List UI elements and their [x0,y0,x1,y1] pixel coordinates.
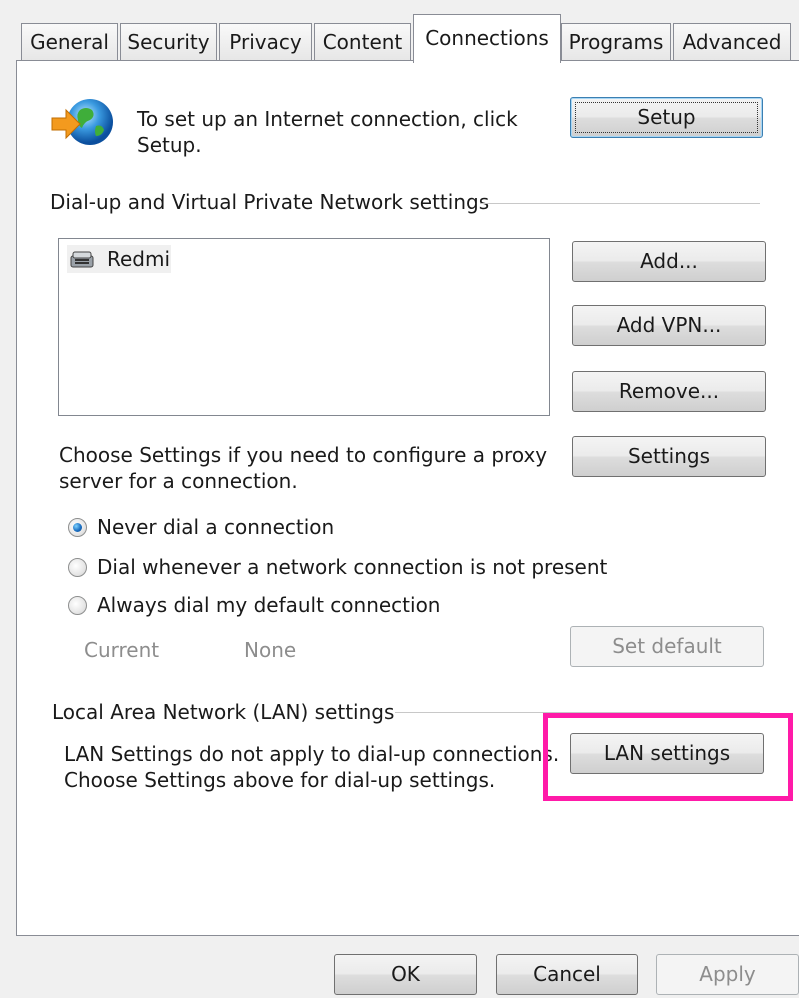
dial-whenever-radio[interactable] [68,558,87,577]
lan-group-label: Local Area Network (LAN) settings [52,700,395,724]
setup-description-line2: Setup. [137,133,202,157]
dialup-connection-icon [67,247,97,276]
ok-button[interactable]: OK [334,954,477,995]
dialup-group-label: Dial-up and Virtual Private Network sett… [50,190,490,214]
always-dial-label[interactable]: Always dial my default connection [97,592,441,618]
dialup-group-divider [480,203,760,204]
set-default-button[interactable]: Set default [570,626,764,667]
proxy-description-line1: Choose Settings if you need to configure… [59,443,548,467]
connection-name: Redmi [107,247,171,271]
list-item[interactable]: Redmi [67,245,171,273]
tab-security[interactable]: Security [120,23,217,61]
setup-description-line1: To set up an Internet connection, click [137,107,518,131]
internet-connection-icon [50,96,120,150]
tab-programs[interactable]: Programs [561,23,671,61]
lan-description-line2: Choose Settings above for dial-up settin… [64,768,496,792]
apply-button[interactable]: Apply [656,954,799,995]
add-vpn-button[interactable]: Add VPN... [572,305,766,346]
always-dial-radio[interactable] [68,596,87,615]
tab-advanced[interactable]: Advanced [673,23,791,61]
tab-privacy[interactable]: Privacy [219,23,312,61]
lan-description-line1: LAN Settings do not apply to dial-up con… [64,742,560,766]
add-button[interactable]: Add... [572,241,766,282]
dial-whenever-label[interactable]: Dial whenever a network connection is no… [97,554,607,580]
tab-connections[interactable]: Connections [413,14,561,63]
proxy-description-line2: server for a connection. [59,469,298,493]
current-label: Current [84,638,160,662]
setup-button[interactable]: Setup [570,97,763,138]
tab-content[interactable]: Content [314,23,411,61]
tab-general[interactable]: General [21,23,118,61]
cancel-button[interactable]: Cancel [496,954,638,995]
current-value: None [244,638,297,662]
connections-listbox[interactable]: Redmi [58,238,550,416]
never-dial-label[interactable]: Never dial a connection [97,514,334,540]
lan-settings-highlight [543,713,793,801]
remove-button[interactable]: Remove... [572,371,766,412]
never-dial-radio[interactable] [68,518,87,537]
settings-button[interactable]: Settings [572,436,766,477]
